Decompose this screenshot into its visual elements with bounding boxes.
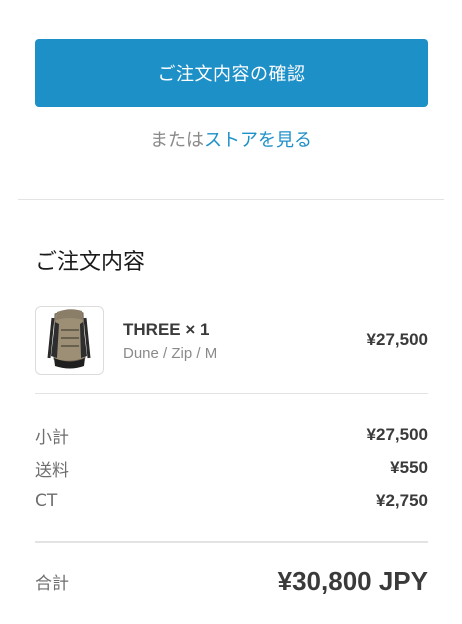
subtotal-row: 小計 ¥27,500 (35, 424, 428, 448)
shipping-label: 送料 (35, 460, 69, 481)
shipping-value: ¥550 (390, 458, 428, 477)
alt-prefix: または (150, 130, 204, 151)
tax-value: ¥2,750 (376, 491, 428, 510)
confirm-order-label: ご注文内容の確認 (157, 64, 306, 85)
view-store-link[interactable]: ストアを見る (204, 130, 312, 151)
tax-row: CT ¥2,750 (35, 490, 428, 512)
tax-label: CT (35, 491, 58, 511)
backpack-image (47, 308, 90, 368)
total-label: 合計 (35, 573, 69, 594)
shipping-row: 送料 ¥550 (35, 457, 428, 481)
confirm-order-button[interactable]: ご注文内容の確認 (35, 39, 428, 107)
product-name: THREE × 1 (123, 320, 210, 339)
alt-action-line: またはストアを見る (0, 126, 462, 152)
product-variant: Dune / Zip / M (123, 345, 218, 362)
subtotal-value: ¥27,500 (366, 425, 428, 444)
total-divider (35, 541, 428, 543)
product-thumbnail (35, 306, 104, 375)
order-summary-title: ご注文内容 (35, 250, 146, 275)
total-row: 合計 ¥30,800 JPY (35, 563, 428, 599)
product-price: ¥27,500 (366, 330, 428, 349)
subtotal-label: 小計 (35, 427, 69, 448)
total-value: ¥30,800 JPY (277, 565, 428, 596)
line-items-divider (35, 393, 428, 394)
